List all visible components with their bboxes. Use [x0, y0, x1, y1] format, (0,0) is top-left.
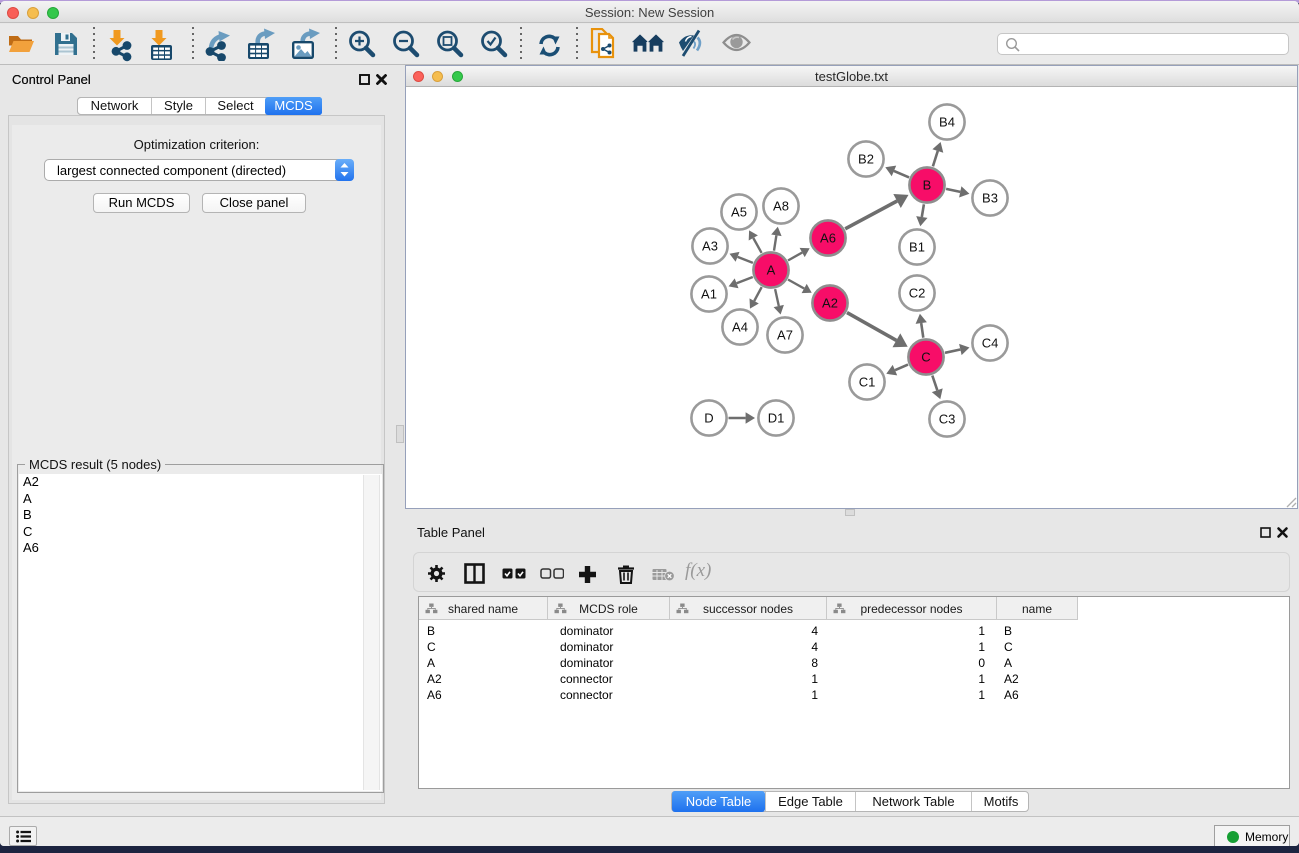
svg-text:C4: C4	[982, 336, 999, 351]
svg-text:C2: C2	[909, 286, 926, 301]
svg-text:A7: A7	[777, 328, 793, 343]
svg-text:D1: D1	[768, 411, 785, 426]
svg-text:A4: A4	[732, 320, 748, 335]
svg-text:A2: A2	[822, 296, 838, 311]
svg-text:A6: A6	[820, 231, 836, 246]
svg-text:B2: B2	[858, 152, 874, 167]
svg-text:B: B	[923, 178, 932, 193]
svg-text:B3: B3	[982, 191, 998, 206]
svg-text:B4: B4	[939, 115, 955, 130]
svg-text:C3: C3	[939, 412, 956, 427]
svg-text:A5: A5	[731, 205, 747, 220]
svg-text:C1: C1	[859, 375, 876, 390]
svg-text:D: D	[704, 411, 713, 426]
svg-text:A8: A8	[773, 199, 789, 214]
svg-text:B1: B1	[909, 240, 925, 255]
svg-text:C: C	[921, 350, 930, 365]
svg-text:A1: A1	[701, 287, 717, 302]
svg-text:A: A	[767, 263, 776, 278]
svg-text:A3: A3	[702, 239, 718, 254]
